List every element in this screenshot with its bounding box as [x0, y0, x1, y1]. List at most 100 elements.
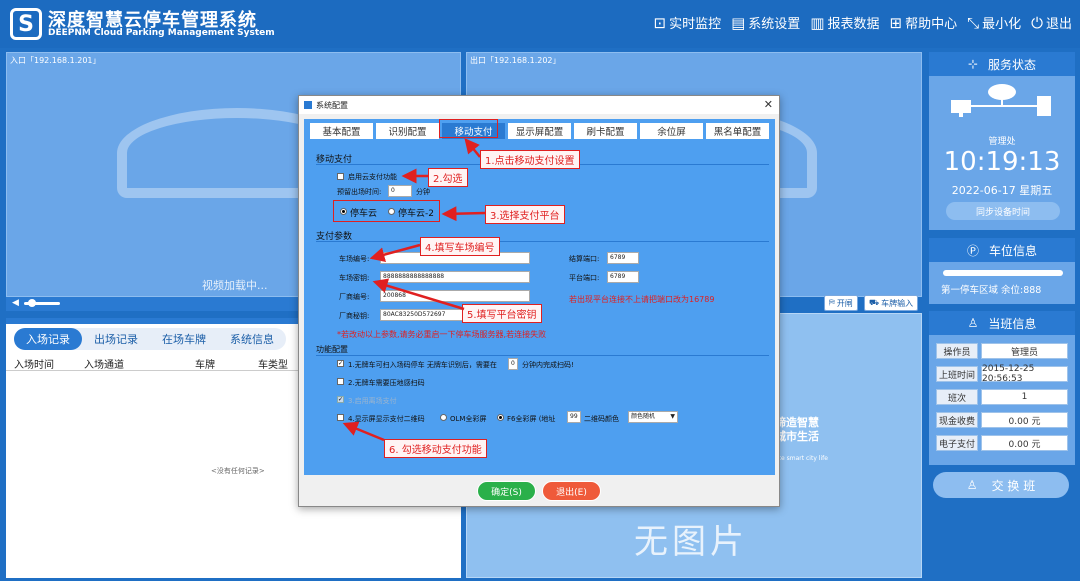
records-empty-text: <没有任何记录> — [211, 467, 265, 475]
duty-value: 0.00 元 — [981, 435, 1068, 451]
f6-address-input[interactable]: 99 — [567, 411, 581, 423]
open-gate-button[interactable]: ⛿ 开闸 — [824, 295, 858, 311]
func1-tail-label: 分钟内完成扫码! — [522, 361, 574, 369]
header: S 深度智慧云停车管理系统 DEEPNM Cloud Parking Manag… — [0, 0, 1080, 48]
top-nav: ⊡ 实时监控 ▤ 系统设置 ▥ 报表数据 ⊞ 帮助中心 ⤡ 最小化 ⏻ 退出 — [653, 13, 1072, 33]
col-plate[interactable]: 车牌 — [172, 356, 238, 371]
shift-change-button[interactable]: ♙ 交 换 班 — [933, 472, 1069, 498]
tab-card-config[interactable]: 刷卡配置 — [574, 123, 637, 139]
slogan-subtext: ate smart city life — [775, 455, 828, 462]
tab-display-config[interactable]: 显示屏配置 — [508, 123, 571, 139]
duty-key: 班次 — [936, 389, 978, 405]
power-icon: ⏻ — [1031, 13, 1043, 32]
reserve-time-input[interactable]: 0 — [388, 185, 412, 197]
nav-help-center[interactable]: ⊞ 帮助中心 — [889, 13, 957, 33]
tab-basic-config[interactable]: 基本配置 — [310, 123, 373, 139]
enable-cloud-pay-checkbox[interactable] — [337, 173, 344, 180]
parking-capacity-bar — [943, 270, 1063, 276]
confirm-button[interactable]: 确定(S) — [477, 481, 536, 501]
slogan-line1: 缔造智慧 — [775, 416, 819, 429]
annotation-step-4: 4.填写车场编号 — [420, 237, 500, 256]
parking-info-title: 车位信息 — [989, 243, 1038, 258]
app-logo: S — [10, 8, 42, 40]
nav-label: 退出 — [1045, 17, 1072, 32]
duty-row-start-time: 上班时间 2015-12-25 20:56:53 — [936, 364, 1068, 384]
manager-label: 管理处 — [988, 137, 1016, 147]
nav-system-settings[interactable]: ▤ 系统设置 — [731, 13, 801, 33]
lot-key-label: 车场密钥: — [339, 274, 370, 282]
func4-label: 4.显示屏显示支付二维码 — [348, 415, 425, 423]
duty-key: 上班时间 — [936, 366, 978, 382]
service-status-title: 服务状态 — [988, 57, 1037, 72]
duty-row-epay: 电子支付 0.00 元 — [936, 435, 1068, 451]
slogan-line2: 城市生活 — [775, 430, 819, 443]
section-divider — [316, 355, 769, 356]
func1-minutes-input[interactable]: 0 — [508, 358, 518, 370]
parking-icon: Ⓟ — [966, 243, 979, 258]
service-status-panel: ⊹ 服务状态 管理处 10:19:13 2022-06-17 星期五 同步设备时间 — [929, 52, 1075, 230]
settle-port-label: 结算端口: — [569, 255, 600, 263]
func4-checkbox[interactable] — [337, 414, 344, 421]
plate-input-label: 车牌输入 — [881, 298, 914, 308]
highlight-mobile-pay-tab — [439, 119, 498, 138]
open-gate-label: 开闸 — [836, 298, 853, 308]
parking-remaining-text: 第一停车区域 余位:888 — [941, 285, 1042, 296]
func1-checkbox[interactable]: ✓ — [337, 360, 344, 367]
vendor-no-label: 厂商编号: — [339, 293, 370, 301]
vendor-no-input[interactable]: 200868 — [380, 290, 530, 302]
plate-input-button[interactable]: ⛟ 车牌输入 — [864, 295, 919, 311]
section-divider — [316, 241, 769, 242]
clock-date: 2022-06-17 星期五 — [951, 184, 1053, 197]
duty-info-title: 当班信息 — [988, 316, 1037, 331]
olm-radio[interactable] — [440, 414, 447, 421]
tab-system-info[interactable]: 系统信息 — [218, 328, 286, 350]
nav-minimize[interactable]: ⤡ 最小化 — [967, 13, 1021, 33]
entry-camera-label: 入口「192.168.1.201」 — [10, 56, 101, 65]
annotation-step-1: 1.点击移动支付设置 — [480, 150, 580, 169]
func2-label: 2.无牌车需要压地感扫码 — [348, 379, 425, 387]
annotation-step-6: 6. 勾选移动支付功能 — [384, 439, 487, 458]
tab-entry-records[interactable]: 入场记录 — [14, 328, 82, 350]
func1-label: 1.无牌车可扫入场码停车 无牌车识别后，需要在 — [348, 361, 497, 369]
lot-key-input[interactable]: 8888888888888888 — [380, 271, 530, 283]
duty-row-operator: 操作员 管理员 — [936, 343, 1068, 359]
section-function-config: 功能配置 — [316, 345, 348, 354]
duty-value: 2015-12-25 20:56:53 — [981, 364, 1068, 384]
tab-remaining-screen[interactable]: 余位屏 — [640, 123, 703, 139]
qr-color-label: 二维码颜色 — [584, 415, 619, 423]
tab-blacklist-config[interactable]: 黑名单配置 — [706, 123, 769, 139]
sync-time-button[interactable]: 同步设备时间 — [946, 202, 1060, 220]
duty-value: 0.00 元 — [981, 412, 1068, 428]
exit-camera-label: 出口「192.168.1.202」 — [470, 56, 561, 65]
nav-label: 实时监控 — [669, 17, 722, 32]
dialog-body: 基本配置 识别配置 移动支付 显示屏配置 刷卡配置 余位屏 黑名单配置 移动支付… — [304, 119, 775, 475]
slogan-text: 缔造智慧 城市生活 — [775, 416, 819, 444]
nav-label: 系统设置 — [748, 17, 801, 32]
exit-button[interactable]: 退出(E) — [542, 481, 601, 501]
tab-present-plates[interactable]: 在场车牌 — [150, 328, 218, 350]
duty-row-shift: 班次 1 — [936, 389, 1068, 405]
no-image-text: 无图片 — [634, 522, 748, 562]
dialog-titlebar: 系统配置 ✕ — [299, 96, 779, 114]
nav-label: 报表数据 — [827, 17, 880, 32]
settle-port-input[interactable]: 6789 — [607, 252, 639, 264]
vendor-key-label: 厂商秘钥: — [339, 312, 370, 320]
duty-key: 操作员 — [936, 343, 978, 359]
shift-change-label: 交 换 班 — [991, 478, 1036, 493]
platform-port-input[interactable]: 6789 — [607, 271, 639, 283]
col-entry-time[interactable]: 入场时间 — [6, 356, 84, 371]
col-entry-channel[interactable]: 入场通道 — [84, 356, 172, 371]
progress-knob[interactable] — [28, 299, 36, 307]
port-hint: 若出现平台连接不上请把端口改为16789 — [569, 295, 715, 304]
tab-recognition-config[interactable]: 识别配置 — [376, 123, 439, 139]
qr-color-select[interactable]: 颜色随机 ▼ — [628, 411, 678, 423]
report-icon: ▥ — [810, 13, 825, 32]
duty-info-header: ♙ 当班信息 — [929, 311, 1075, 335]
nav-report-data[interactable]: ▥ 报表数据 — [810, 13, 880, 33]
close-icon[interactable]: ✕ — [764, 98, 773, 111]
nav-exit[interactable]: ⏻ 退出 — [1031, 13, 1072, 33]
f6-radio[interactable] — [497, 414, 504, 421]
func2-checkbox[interactable] — [337, 378, 344, 385]
tab-exit-records[interactable]: 出场记录 — [82, 328, 150, 350]
nav-realtime-monitor[interactable]: ⊡ 实时监控 — [653, 13, 722, 33]
